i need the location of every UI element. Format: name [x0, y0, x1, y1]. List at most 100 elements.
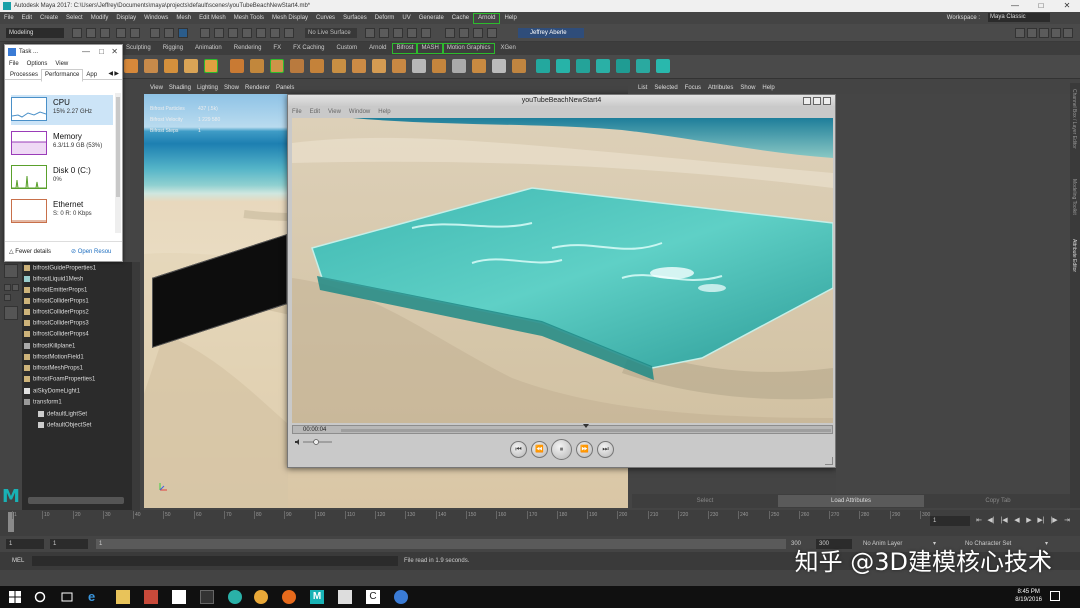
redo-icon[interactable]: [130, 28, 140, 38]
viewport-menu-view[interactable]: View: [150, 85, 163, 91]
video-frame[interactable]: [292, 118, 833, 423]
menu-set-dropdown[interactable]: Modeling: [6, 28, 64, 38]
video-menu-file[interactable]: File: [292, 109, 302, 115]
ae-menu-show[interactable]: Show: [740, 85, 755, 91]
tm-item-cpu[interactable]: CPU 15% 2.27 GHz: [11, 95, 113, 125]
outliner-item[interactable]: bifrostColliderProps4: [24, 331, 89, 338]
barrel-icon[interactable]: [164, 59, 178, 73]
firefox-icon[interactable]: [282, 590, 296, 604]
bevel-icon[interactable]: [290, 59, 304, 73]
workspace-dropdown[interactable]: Maya Classic: [988, 12, 1050, 22]
animation-start-field[interactable]: 1: [6, 539, 44, 549]
select-by-hierarchy-icon[interactable]: [150, 28, 160, 38]
shelf-tab-fx[interactable]: FX: [267, 42, 287, 55]
menu-help[interactable]: Help: [500, 12, 520, 24]
volume-knob[interactable]: [313, 439, 319, 445]
tm-tab-processes[interactable]: Processes: [7, 70, 41, 81]
page-icon[interactable]: [412, 59, 426, 73]
go-to-end-button[interactable]: ⇥: [1062, 516, 1072, 526]
copy-tab-button[interactable]: Copy Tab: [928, 495, 1068, 507]
menu-mesh-display[interactable]: Mesh Display: [268, 12, 312, 24]
render-settings-icon[interactable]: [407, 28, 417, 38]
menu-display[interactable]: Display: [112, 12, 140, 24]
menu-uv[interactable]: UV: [398, 12, 414, 24]
ae-menu-attributes[interactable]: Attributes: [708, 85, 733, 91]
range-bar[interactable]: 1: [96, 539, 786, 549]
cone-icon[interactable]: [144, 59, 158, 73]
menu-cache[interactable]: Cache: [448, 12, 473, 24]
hypershade-icon[interactable]: [421, 28, 431, 38]
construction-history-icon[interactable]: [270, 28, 280, 38]
ae-menu-focus[interactable]: Focus: [685, 85, 701, 91]
quicktime-icon[interactable]: [394, 590, 408, 604]
shelf-tab-arnold[interactable]: Arnold: [363, 42, 392, 55]
smooth-icon[interactable]: [310, 59, 324, 73]
shelf-tab-rigging[interactable]: Rigging: [157, 42, 189, 55]
go-to-start-button[interactable]: ⇤: [974, 516, 984, 526]
menu-curves[interactable]: Curves: [312, 12, 339, 24]
outliner-item[interactable]: bifrostEmitterProps1: [24, 287, 87, 294]
outliner-item[interactable]: aiSkyDomeLight1: [24, 388, 80, 395]
ae-menu-help[interactable]: Help: [762, 85, 774, 91]
select-by-object-icon[interactable]: [164, 28, 174, 38]
menu-edit-mesh[interactable]: Edit Mesh: [195, 12, 230, 24]
menu-create[interactable]: Create: [36, 12, 62, 24]
mash-curve-icon[interactable]: [616, 59, 630, 73]
viewport-menu-renderer[interactable]: Renderer: [245, 85, 270, 91]
snap-grid-icon[interactable]: [200, 28, 210, 38]
load-attributes-button[interactable]: Load Attributes: [778, 495, 924, 507]
shelf-tab-custom[interactable]: Custom: [330, 42, 363, 55]
snap-view-icon[interactable]: [242, 28, 252, 38]
menu-windows[interactable]: Windows: [140, 12, 172, 24]
mash-random-icon[interactable]: [576, 59, 590, 73]
tm-scrollbar[interactable]: [115, 93, 121, 233]
volume-control[interactable]: [294, 438, 334, 446]
outliner-item[interactable]: bifrostColliderProps1: [24, 298, 89, 305]
video-menu-view[interactable]: View: [328, 109, 341, 115]
ae-menu-list[interactable]: List: [638, 85, 647, 91]
menu-modify[interactable]: Modify: [87, 12, 113, 24]
outliner-item[interactable]: bifrostColliderProps3: [24, 320, 89, 327]
open-scene-icon[interactable]: [86, 28, 96, 38]
input-line-icon[interactable]: [445, 28, 455, 38]
video-minimize-button[interactable]: [803, 97, 811, 105]
windows-start-icon[interactable]: [8, 590, 22, 604]
combine-icon[interactable]: [332, 59, 346, 73]
save-scene-icon[interactable]: [100, 28, 110, 38]
select-button[interactable]: Select: [636, 495, 774, 507]
outliner-layout-icon[interactable]: [4, 306, 18, 320]
select-by-component-icon[interactable]: [178, 28, 188, 38]
menu-arnold[interactable]: Arnold: [473, 13, 501, 24]
tm-maximize-button[interactable]: □: [99, 45, 104, 59]
mash-signal-icon[interactable]: [596, 59, 610, 73]
workspace-selector[interactable]: Workspace : Maya Classic: [943, 12, 1050, 24]
minimize-button[interactable]: —: [1002, 0, 1028, 12]
app-icon[interactable]: [144, 590, 158, 604]
step-forward-key-button[interactable]: |▶: [1049, 516, 1059, 526]
fast-forward-button[interactable]: ⏩: [576, 441, 593, 458]
menu-generate[interactable]: Generate: [415, 12, 448, 24]
scrub-track[interactable]: [341, 429, 831, 432]
tm-item-ethernet[interactable]: Ethernet S: 0 R: 0 Kbps: [11, 197, 113, 227]
render-view-icon[interactable]: [365, 28, 375, 38]
calculator-icon[interactable]: [172, 590, 186, 604]
outliner-item[interactable]: defaultLightSet: [38, 411, 87, 418]
step-forward-frame-button[interactable]: ▶|: [1036, 516, 1046, 526]
scatter-icon[interactable]: [472, 59, 486, 73]
svg-icon[interactable]: [204, 59, 218, 73]
layout-single-icon[interactable]: [4, 284, 11, 291]
shelf-tab-fx-caching[interactable]: FX Caching: [287, 42, 330, 55]
snap-curve-icon[interactable]: [214, 28, 224, 38]
system-clock[interactable]: 8:45 PM 8/19/2016: [1015, 588, 1042, 604]
chrome-icon[interactable]: [254, 590, 268, 604]
pause-button[interactable]: ⏸: [551, 439, 572, 460]
select-tool-icon[interactable]: [4, 264, 18, 278]
extrude-icon[interactable]: [270, 59, 284, 73]
outliner-vertical-scrollbar[interactable]: [132, 262, 140, 512]
outliner-horizontal-scrollbar[interactable]: [28, 497, 124, 504]
outliner-item[interactable]: bifrostGuideProperties1: [24, 265, 96, 272]
outliner-item[interactable]: bifrostKillplane1: [24, 343, 75, 350]
menu-deform[interactable]: Deform: [371, 12, 399, 24]
new-scene-icon[interactable]: [72, 28, 82, 38]
grid-deform-icon[interactable]: [432, 59, 446, 73]
